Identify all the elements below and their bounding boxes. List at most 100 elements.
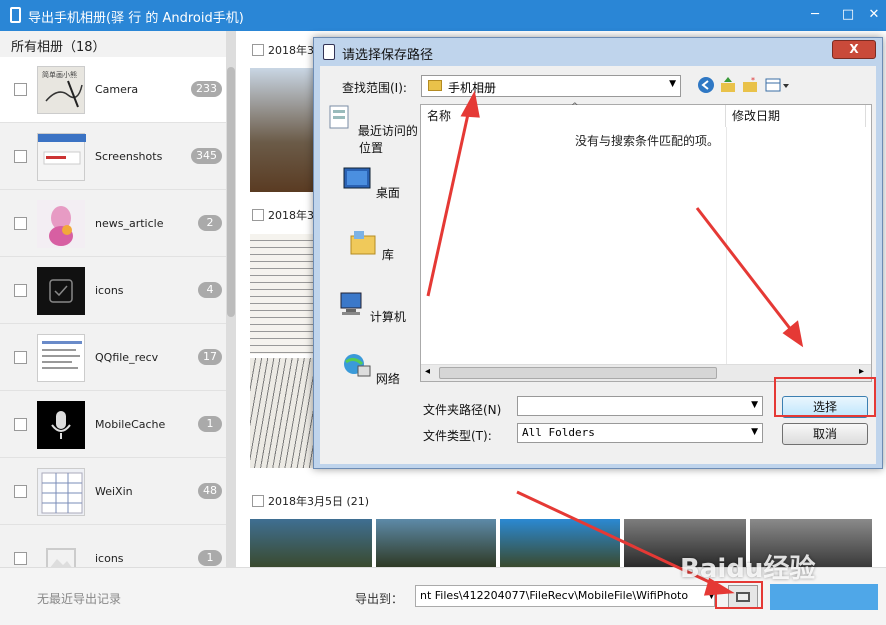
album-count-badge: 48 [198,483,222,499]
up-folder-icon[interactable] [719,76,737,94]
album-item[interactable]: QQfile_recv 17 [0,325,226,391]
scrollbar-thumb[interactable] [227,67,235,317]
new-folder-icon[interactable]: * [741,76,759,94]
album-count-badge: 233 [191,81,222,97]
album-name: news_article [95,217,164,230]
album-name: Camera [95,83,139,96]
photo-thumbnail[interactable] [376,519,496,567]
chevron-down-icon[interactable]: ▼ [669,79,676,89]
library-icon [350,231,376,255]
computer-icon [340,292,362,315]
place-desktop[interactable]: 桌面 [323,166,419,201]
album-checkbox[interactable] [14,552,27,565]
date-group-header[interactable]: 2018年3月5日 (21) [252,493,369,509]
place-label: 桌面 [375,186,400,200]
folder-icon [428,80,442,91]
empty-message: 没有与搜索条件匹配的项。 [575,134,720,148]
group-checkbox[interactable] [252,209,264,221]
photo-thumbnail[interactable] [500,519,620,567]
album-item[interactable]: icons 4 [0,258,226,324]
export-path-field[interactable]: nt Files\412204077\FileRecv\MobileFile\W… [415,585,715,607]
group-checkbox[interactable] [252,44,264,56]
photo-thumbnail[interactable] [250,234,314,354]
album-name: QQfile_recv [95,351,159,364]
photo-thumbnail[interactable] [250,358,314,468]
photo-thumbnail[interactable] [250,519,372,567]
place-label: 最近访问的位置 [357,124,418,155]
album-item[interactable]: Screenshots 345 [0,124,226,190]
desktop-icon [343,167,371,189]
network-icon [344,354,371,377]
cancel-button[interactable]: 取消 [782,423,868,445]
scrollbar-thumb[interactable] [439,367,717,379]
chevron-down-icon[interactable]: ▼ [751,427,758,437]
lookin-label: 查找范围(I): [342,81,407,95]
album-thumbnail [37,334,85,382]
album-thumbnail [37,267,85,315]
svg-text:*: * [751,76,755,85]
album-count-badge: 4 [198,282,222,298]
file-type-select[interactable]: All Folders ▼ [517,423,763,443]
album-name: MobileCache [95,418,166,431]
svg-text:简单画小熊: 简单画小熊 [42,70,77,79]
album-item[interactable]: WeiXin 48 [0,459,226,525]
album-item[interactable]: MobileCache 1 [0,392,226,458]
album-checkbox[interactable] [14,150,27,163]
album-checkbox[interactable] [14,217,27,230]
place-network[interactable]: 网络 [323,352,419,387]
view-menu-icon[interactable] [764,76,790,94]
album-name: Screenshots [95,150,163,163]
export-button[interactable] [770,584,878,610]
album-checkbox[interactable] [14,485,27,498]
file-list[interactable]: 名称 修改日期 ^ 没有与搜索条件匹配的项。 ◂ ▸ [420,102,872,382]
album-thumbnail [37,200,85,248]
column-divider [726,127,727,365]
album-item[interactable]: 简单画小熊 Camera 233 [0,57,226,123]
window-title: 导出手机相册(驿 行 的 Android手机) [28,11,244,26]
file-type-label: 文件类型(T): [423,429,492,443]
sidebar-scrollbar[interactable] [226,31,236,567]
chevron-down-icon[interactable]: ▼ [751,400,758,410]
phone-icon [323,44,335,60]
album-count-badge: 17 [198,349,222,365]
scroll-right-icon[interactable]: ▸ [859,366,864,377]
export-to-label: 导出到： [355,592,404,606]
highlight-box [715,581,763,609]
album-count-badge: 1 [198,416,222,432]
album-thumbnail [37,133,86,181]
dialog-title: 请选择保存路径 [342,48,434,63]
photo-thumbnail[interactable] [250,68,314,192]
album-checkbox[interactable] [14,83,27,96]
watermark: Baidu经验 [680,554,816,584]
scroll-left-icon[interactable]: ◂ [425,366,430,377]
file-type-value: All Folders [522,426,595,439]
place-recent[interactable]: 最近访问的位置 [323,104,419,156]
maximize-button[interactable]: □ [836,4,860,26]
lookin-select[interactable]: 手机相册 ▼ [421,75,681,97]
album-thumbnail [37,401,85,449]
album-checkbox[interactable] [14,284,27,297]
dialog-close-button[interactable]: X [832,40,876,59]
place-label: 网络 [375,372,400,386]
album-name: icons [95,552,124,565]
column-header-modified[interactable]: 修改日期 [726,105,866,127]
back-icon[interactable] [697,76,715,94]
album-item[interactable]: news_article 2 [0,191,226,257]
phone-icon [10,7,21,23]
album-sidebar: 所有相册（18） 简单画小熊 Camera 233 Screenshots 34… [0,31,236,592]
album-checkbox[interactable] [14,418,27,431]
close-button[interactable]: ✕ [862,4,886,26]
recent-places-icon [329,105,349,129]
album-checkbox[interactable] [14,351,27,364]
minimize-button[interactable]: ─ [803,4,827,26]
no-recent-record: 无最近导出记录 [37,592,122,606]
place-library[interactable]: 库 [323,228,419,263]
album-thumbnail [37,468,85,516]
highlight-box [774,377,876,417]
album-count-badge: 2 [198,215,222,231]
album-name: icons [95,284,124,297]
place-computer[interactable]: 计算机 [323,290,419,325]
folder-path-input[interactable]: ▼ [517,396,763,416]
group-checkbox[interactable] [252,495,264,507]
album-count-badge: 1 [198,550,222,566]
